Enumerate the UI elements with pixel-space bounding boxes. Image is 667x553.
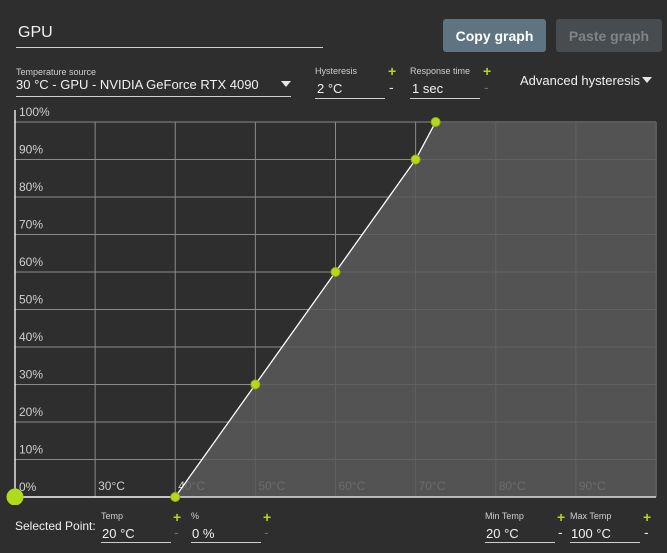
y-tick-label: 80% <box>19 180 43 194</box>
hysteresis-value: 2 °C <box>317 81 343 96</box>
y-tick-label: 10% <box>19 443 43 457</box>
paste-graph-button[interactable]: Paste graph <box>556 19 662 52</box>
response-time-decrease-button[interactable]: - <box>484 80 489 94</box>
y-tick-label: 40% <box>19 330 43 344</box>
temp-source-value: 30 °C - GPU - NVIDIA GeForce RTX 4090 <box>16 77 259 92</box>
temp-decrease-button[interactable]: - <box>174 525 179 539</box>
min-temp-increase-button[interactable]: + <box>557 510 565 524</box>
curve-point <box>410 154 421 165</box>
temp-value: 20 °C <box>102 526 135 541</box>
x-tick-label: 30°C <box>98 479 125 493</box>
min-temp-decrease-button[interactable]: - <box>558 525 563 539</box>
y-tick-label: 90% <box>19 143 43 157</box>
percent-decrease-button[interactable]: - <box>264 525 269 539</box>
selected-curve-point <box>6 488 24 505</box>
response-time-label: Response time <box>410 66 471 76</box>
temp-input[interactable]: 20 °C <box>101 524 171 543</box>
percent-input[interactable]: 0 % <box>191 524 261 543</box>
max-temp-input[interactable]: 100 °C <box>570 524 640 543</box>
response-time-value: 1 sec <box>412 81 444 96</box>
percent-value: 0 % <box>192 526 215 541</box>
curve-point <box>430 117 441 127</box>
temp-source-label: Temperature source <box>16 67 97 77</box>
advanced-hysteresis-dropdown[interactable]: Advanced hysteresis <box>520 72 655 90</box>
advanced-hysteresis-label: Advanced hysteresis <box>520 73 640 88</box>
min-temp-label: Min Temp <box>485 511 524 521</box>
hysteresis-label: Hysteresis <box>315 66 358 76</box>
temp-increase-button[interactable]: + <box>173 510 181 524</box>
curve-point <box>330 267 341 277</box>
curve-point <box>250 379 261 390</box>
max-temp-label: Max Temp <box>570 511 612 521</box>
min-temp-input[interactable]: 20 °C <box>485 524 555 543</box>
max-temp-decrease-button[interactable]: - <box>644 525 649 539</box>
fan-curve-chart[interactable]: 0%10%20%30%40%50%60%70%80%90%100% 30°C40… <box>0 100 667 505</box>
hysteresis-increase-button[interactable]: + <box>388 64 396 78</box>
y-tick-label: 100% <box>19 105 50 119</box>
copy-graph-button[interactable]: Copy graph <box>443 19 546 52</box>
selected-point-label: Selected Point: <box>15 519 96 533</box>
temp-source-select[interactable]: 30 °C - GPU - NVIDIA GeForce RTX 4090 <box>16 77 291 97</box>
max-temp-increase-button[interactable]: + <box>643 510 651 524</box>
chevron-down-icon <box>281 81 291 87</box>
percent-increase-button[interactable]: + <box>263 510 271 524</box>
y-tick-label: 60% <box>19 255 43 269</box>
curve-name-field[interactable]: GPU <box>16 18 323 48</box>
y-tick-label: 30% <box>19 368 43 382</box>
response-time-increase-button[interactable]: + <box>483 64 491 78</box>
y-tick-label: 70% <box>19 218 43 232</box>
curve-point <box>170 492 181 502</box>
hysteresis-input[interactable]: 2 °C <box>315 80 385 99</box>
hysteresis-decrease-button[interactable]: - <box>389 80 394 94</box>
max-temp-value: 100 °C <box>571 526 611 541</box>
min-temp-value: 20 °C <box>486 526 519 541</box>
curve-name-text: GPU <box>18 24 53 41</box>
chevron-down-icon <box>642 77 652 83</box>
percent-label: % <box>191 511 200 521</box>
y-tick-label: 50% <box>19 293 43 307</box>
y-tick-label: 20% <box>19 405 43 419</box>
temp-label: Temp <box>101 511 124 521</box>
response-time-input[interactable]: 1 sec <box>410 80 480 99</box>
